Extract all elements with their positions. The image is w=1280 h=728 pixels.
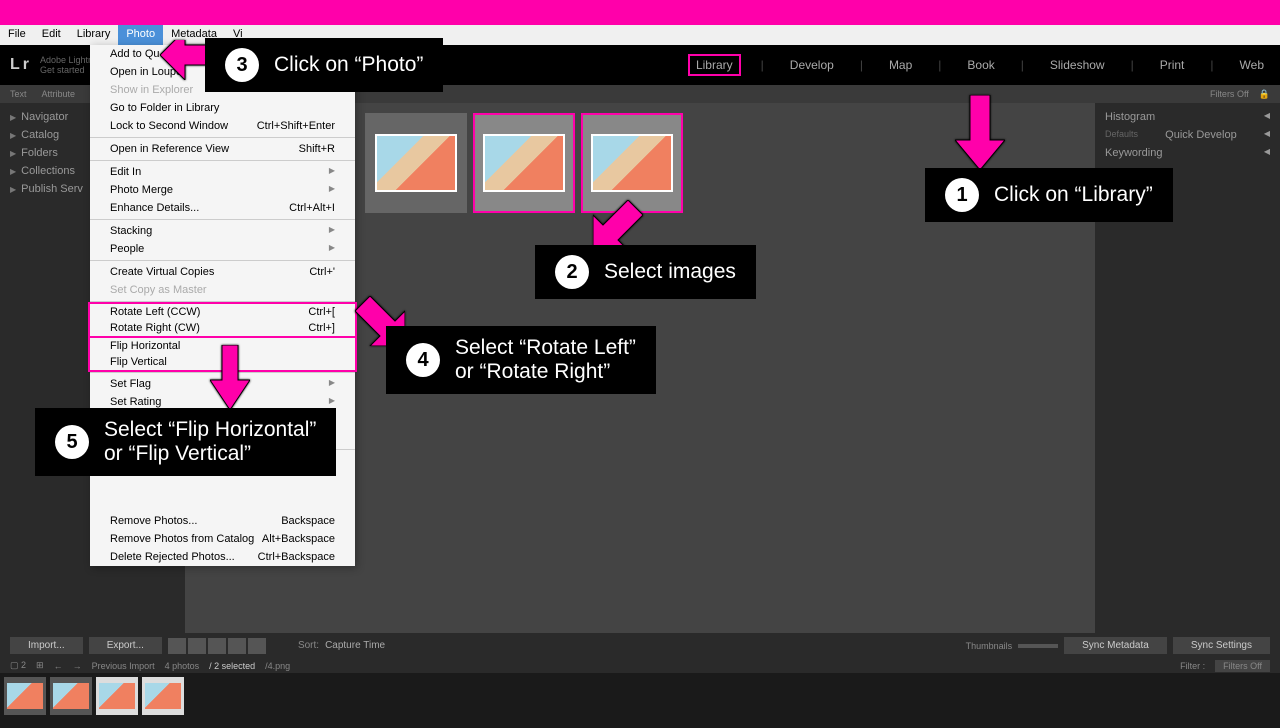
- menu-set-copy-master[interactable]: Set Copy as Master: [90, 281, 355, 299]
- filmstrip-thumb[interactable]: [50, 677, 92, 715]
- thumbnail-selected[interactable]: [473, 113, 575, 213]
- thumbnail-selected[interactable]: [581, 113, 683, 213]
- thumbnail-slider[interactable]: [1018, 644, 1058, 648]
- menu-open-reference[interactable]: Open in Reference ViewShift+R: [90, 140, 355, 158]
- menu-stacking[interactable]: Stacking▶: [90, 222, 355, 240]
- callout-1: 1 Click on “Library”: [925, 168, 1173, 222]
- menu-virtual-copies[interactable]: Create Virtual CopiesCtrl+': [90, 263, 355, 281]
- filmstrip-thumb-selected[interactable]: [96, 677, 138, 715]
- module-book[interactable]: Book: [961, 56, 1000, 74]
- module-develop[interactable]: Develop: [784, 56, 840, 74]
- forward-icon[interactable]: →: [73, 661, 82, 671]
- menu-edit-in[interactable]: Edit In▶: [90, 163, 355, 181]
- filmstrip-source[interactable]: Previous Import: [92, 661, 155, 671]
- photo-menu-dropdown: Add to Qu Open in Loupe Show in Explorer…: [90, 45, 355, 566]
- lock-icon[interactable]: 🔒: [1259, 89, 1270, 100]
- grid-nav-icon[interactable]: ⊞: [36, 660, 44, 671]
- thumbnail[interactable]: [365, 113, 467, 213]
- quick-develop-panel[interactable]: DefaultsQuick Develop◀: [1105, 126, 1270, 144]
- menu-lock-second[interactable]: Lock to Second WindowCtrl+Shift+Enter: [90, 117, 355, 135]
- menu-edit[interactable]: Edit: [34, 25, 69, 45]
- arrow-icon: [955, 95, 1005, 175]
- keywording-panel[interactable]: Keywording◀: [1105, 144, 1270, 162]
- menu-enhance[interactable]: Enhance Details...Ctrl+Alt+I: [90, 199, 355, 217]
- callout-3: 3 Click on “Photo”: [205, 38, 443, 92]
- loupe-view-icon[interactable]: [188, 638, 206, 654]
- filter-text[interactable]: Text: [10, 89, 27, 99]
- toolbar: Import... Export... Sort: Capture Time T…: [0, 633, 1280, 658]
- menu-remove-catalog[interactable]: Remove Photos from CatalogAlt+Backspace: [90, 530, 355, 548]
- sort-value[interactable]: Capture Time: [325, 640, 385, 651]
- back-icon[interactable]: ←: [54, 661, 63, 671]
- module-picker: Library| Develop| Map| Book| Slideshow| …: [688, 54, 1270, 76]
- module-slideshow[interactable]: Slideshow: [1044, 56, 1111, 74]
- callout-2: 2 Select images: [535, 245, 756, 299]
- sync-settings-button[interactable]: Sync Settings: [1173, 637, 1270, 654]
- grid-view-icon[interactable]: [168, 638, 186, 654]
- menu-photo[interactable]: Photo: [118, 25, 163, 45]
- module-print[interactable]: Print: [1154, 56, 1191, 74]
- filter-attribute[interactable]: Attribute: [42, 89, 76, 99]
- menu-rotate-left[interactable]: Rotate Left (CCW)Ctrl+[: [90, 304, 355, 320]
- selection-count: / 2 selected: [209, 661, 255, 671]
- menu-rotate-right[interactable]: Rotate Right (CW)Ctrl+]: [90, 320, 355, 336]
- menu-photo-merge[interactable]: Photo Merge▶: [90, 181, 355, 199]
- module-map[interactable]: Map: [883, 56, 918, 74]
- export-button[interactable]: Export...: [89, 637, 162, 654]
- photo-count: 4 photos: [165, 661, 200, 671]
- histogram-panel[interactable]: Histogram◀: [1105, 108, 1270, 126]
- menu-delete-rejected[interactable]: Delete Rejected Photos...Ctrl+Backspace: [90, 548, 355, 566]
- callout-number: 3: [225, 48, 259, 82]
- compare-view-icon[interactable]: [208, 638, 226, 654]
- app-logo: Lr: [10, 56, 32, 74]
- sync-metadata-button[interactable]: Sync Metadata: [1064, 637, 1167, 654]
- filter-dropdown[interactable]: Filters Off: [1215, 660, 1270, 672]
- callout-5: 5 Select “Flip Horizontal”or “Flip Verti…: [35, 408, 336, 476]
- filmstrip-thumb-selected[interactable]: [142, 677, 184, 715]
- import-button[interactable]: Import...: [10, 637, 83, 654]
- module-library[interactable]: Library: [688, 54, 741, 76]
- arrow-icon: [210, 345, 250, 415]
- callout-number: 5: [55, 425, 89, 459]
- callout-number: 1: [945, 178, 979, 212]
- people-view-icon[interactable]: [248, 638, 266, 654]
- callout-number: 4: [406, 343, 440, 377]
- filters-off[interactable]: Filters Off: [1210, 89, 1249, 99]
- menu-people[interactable]: People▶: [90, 240, 355, 258]
- thumbnails-label: Thumbnails: [966, 641, 1013, 651]
- survey-view-icon[interactable]: [228, 638, 246, 654]
- menu-remove-photos[interactable]: Remove Photos...Backspace: [90, 512, 355, 530]
- menu-go-folder[interactable]: Go to Folder in Library: [90, 99, 355, 117]
- current-file: /4.png: [265, 661, 290, 671]
- filter-label: Filter :: [1180, 661, 1205, 671]
- filmstrip-thumb[interactable]: [4, 677, 46, 715]
- module-web[interactable]: Web: [1234, 56, 1270, 74]
- sort-label: Sort:: [298, 640, 319, 651]
- menu-library[interactable]: Library: [69, 25, 119, 45]
- menu-file[interactable]: File: [0, 25, 34, 45]
- callout-4: 4 Select “Rotate Left”or “Rotate Right”: [386, 326, 656, 394]
- secondary-display-icon[interactable]: ▢ 2: [10, 660, 26, 671]
- filmstrip: ▢ 2 ⊞ ← → Previous Import 4 photos / 2 s…: [0, 658, 1280, 728]
- callout-number: 2: [555, 255, 589, 289]
